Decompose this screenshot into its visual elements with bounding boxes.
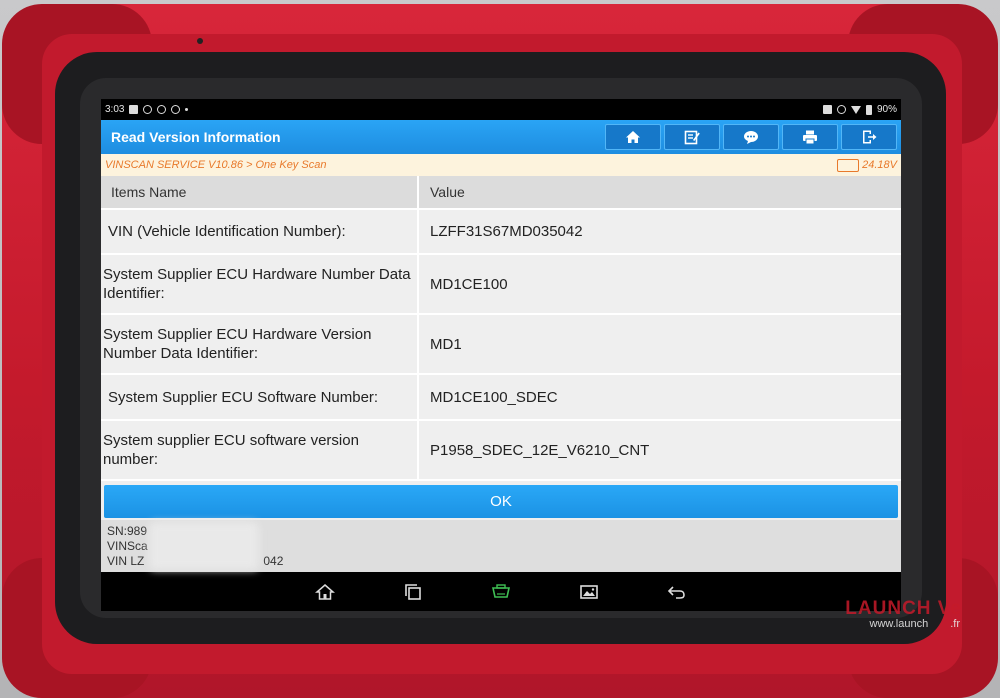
row-name: System Supplier ECU Hardware Number Data…	[103, 266, 411, 302]
status-bar: 3:03 90%	[101, 99, 901, 120]
feedback-button[interactable]	[723, 124, 779, 150]
more-notifications-icon	[185, 108, 189, 111]
row-value: LZFF31S67MD035042	[419, 210, 901, 253]
row-name: VIN (Vehicle Identification Number):	[108, 223, 346, 240]
redaction-blur	[149, 522, 259, 570]
header-items-name: Items Name	[101, 176, 419, 208]
table-header: Items Name Value	[101, 176, 901, 210]
print-button[interactable]	[782, 124, 838, 150]
table-row: System Supplier ECU Software Number: MD1…	[101, 375, 901, 421]
front-camera	[197, 38, 203, 44]
row-name: System Supplier ECU Software Number:	[108, 388, 379, 406]
vci-icon	[492, 584, 510, 598]
exit-icon	[863, 130, 877, 144]
feedback-icon	[744, 131, 758, 144]
breadcrumb: VINSCAN SERVICE V10.86 > One Key Scan 24…	[101, 154, 901, 176]
print-icon	[803, 130, 817, 145]
screenshot-icon	[580, 585, 598, 599]
tablet-screen: 3:03 90% Read Version Information VINSCA…	[101, 99, 901, 611]
exit-button[interactable]	[841, 124, 897, 150]
usb-icon	[157, 105, 167, 114]
ok-button[interactable]: OK	[104, 485, 898, 518]
recent-apps-icon	[405, 584, 421, 600]
row-name: System supplier ECU software version num…	[103, 432, 359, 468]
battery-icon	[865, 104, 872, 115]
app-header: Read Version Information	[101, 120, 901, 154]
nav-recent-apps-button[interactable]	[401, 581, 425, 603]
row-value: MD1CE100_SDEC	[419, 375, 901, 419]
vibrate-icon	[836, 105, 846, 114]
back-icon	[667, 586, 685, 599]
wifi-icon	[850, 105, 861, 114]
photo-stage: 3:03 90% Read Version Information VINSCA…	[0, 0, 1000, 698]
row-name: System Supplier ECU Hardware Version Num…	[103, 326, 372, 362]
nav-screenshot-button[interactable]	[577, 581, 601, 603]
home-icon	[315, 584, 335, 600]
battery-level: 90%	[876, 104, 897, 115]
system-nav-bar	[101, 572, 901, 611]
edit-icon	[684, 130, 700, 145]
breadcrumb-path: VINSCAN SERVICE V10.86 > One Key Scan	[105, 159, 327, 171]
car-battery-icon	[837, 158, 860, 172]
page-title: Read Version Information	[111, 129, 281, 145]
header-value: Value	[419, 176, 901, 208]
watermark-url: www.launch .fr	[869, 618, 960, 630]
nav-home-button[interactable]	[313, 581, 337, 603]
sync-icon	[171, 105, 181, 114]
row-value: MD1CE100	[419, 255, 901, 313]
settings-icon	[143, 105, 153, 114]
table-row: System supplier ECU software version num…	[101, 421, 901, 481]
battery-voltage: 24.18V	[837, 158, 897, 172]
row-value: P1958_SDEC_12E_V6210_CNT	[419, 421, 901, 479]
row-value: MD1	[419, 315, 901, 373]
vin-suffix: 042	[263, 554, 284, 568]
vin-prefix: VIN LZ	[107, 554, 145, 568]
cast-icon	[822, 105, 832, 114]
table-row: System Supplier ECU Hardware Version Num…	[101, 315, 901, 375]
notification-icon	[129, 105, 139, 114]
home-icon	[626, 131, 640, 143]
edit-button[interactable]	[664, 124, 720, 150]
nav-vci-button[interactable]	[489, 581, 513, 603]
home-button[interactable]	[605, 124, 661, 150]
status-time: 3:03	[105, 104, 125, 115]
device-info-panel: SN:989 VINSca VIN LZ 042	[101, 520, 901, 572]
launch-watermark: LAUNCH Ve	[845, 598, 962, 619]
table-row: System Supplier ECU Hardware Number Data…	[101, 255, 901, 315]
nav-back-button[interactable]	[665, 581, 689, 603]
ok-area: OK	[101, 481, 901, 520]
toolbar	[605, 120, 901, 154]
version-table: Items Name Value VIN (Vehicle Identifica…	[101, 176, 901, 481]
voltage-value: 24.18V	[862, 159, 897, 171]
table-row: VIN (Vehicle Identification Number): LZF…	[101, 210, 901, 255]
